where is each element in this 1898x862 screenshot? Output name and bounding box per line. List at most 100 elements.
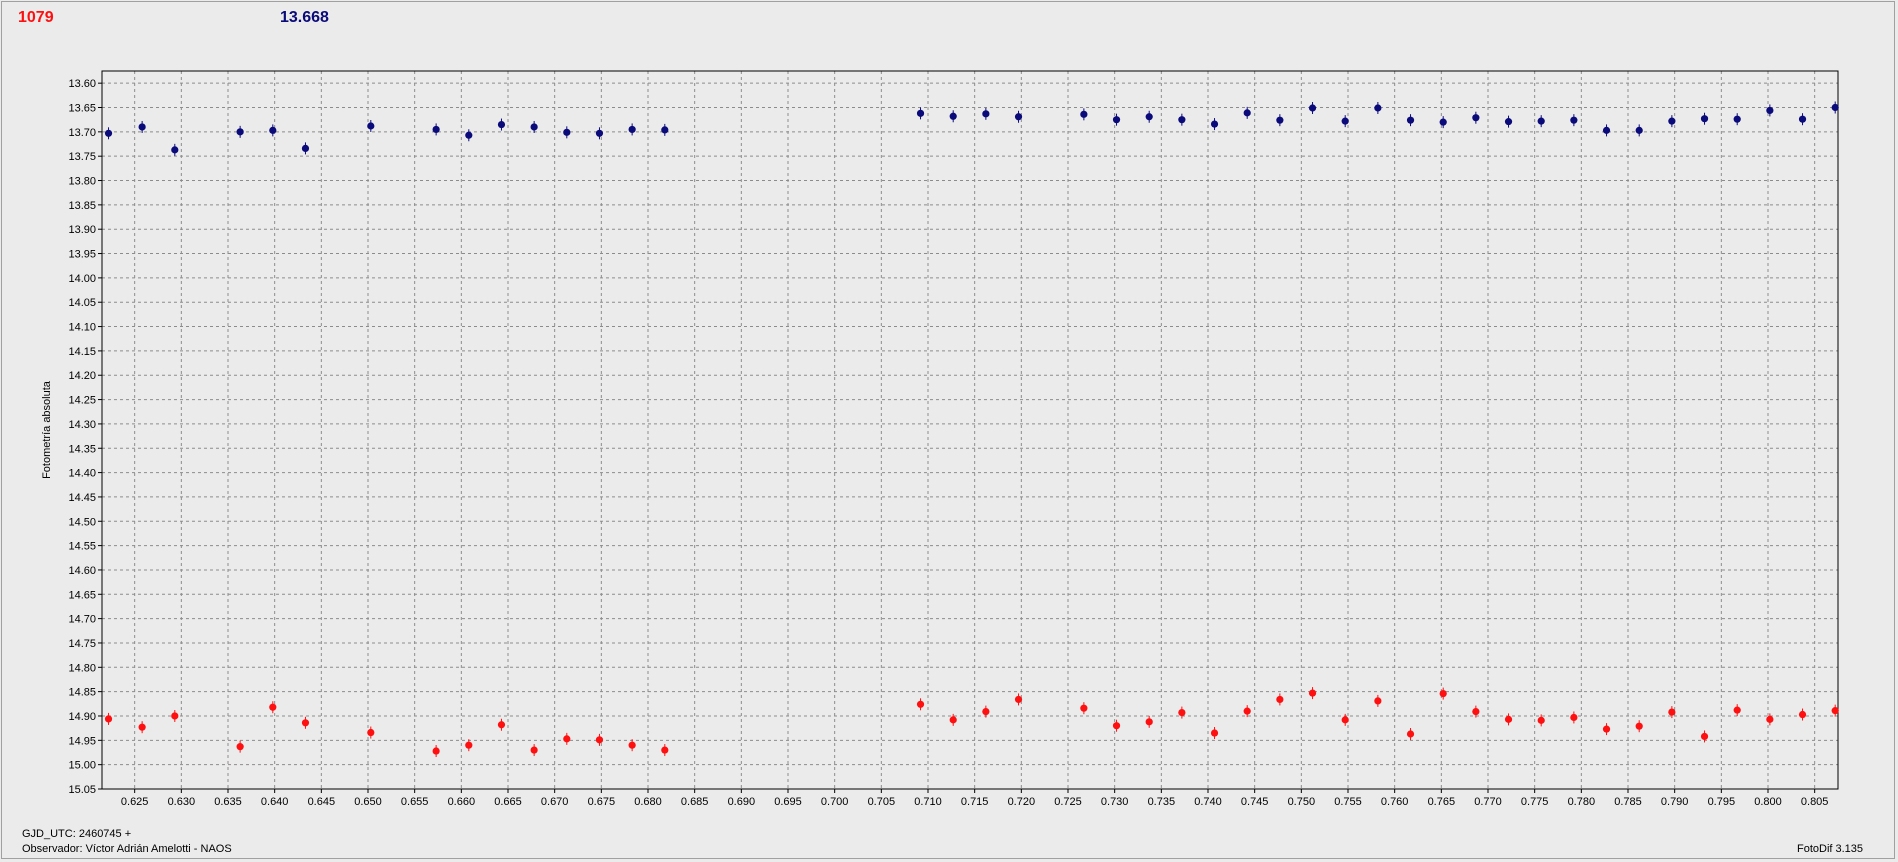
x-tick-label: 0.775 [1521,796,1549,808]
x-tick-label: 0.715 [961,796,989,808]
data-point [171,712,179,720]
x-tick-label: 0.790 [1661,796,1689,808]
data-point [1537,117,1545,125]
x-tick-label: 0.760 [1381,796,1409,808]
data-point [1766,106,1774,115]
data-point [104,715,113,723]
y-tick-label: 14.75 [68,638,96,650]
data-point [1341,716,1349,724]
data-point [1178,116,1186,124]
data-point [1014,695,1023,704]
data-point [1570,713,1578,722]
data-point [1472,114,1480,122]
x-tick-label: 0.690 [728,796,756,808]
x-tick-label: 0.800 [1754,796,1782,808]
x-tick-label: 0.795 [1708,796,1736,808]
data-point [301,719,310,727]
data-point [1733,706,1741,714]
data-point [1602,725,1611,733]
software-version: FotoDif 3.135 [1797,843,1864,855]
y-tick-label: 14.15 [68,346,96,358]
y-tick-label: 13.80 [68,176,96,188]
data-point [1112,116,1121,124]
data-point [465,741,473,749]
data-point [949,112,957,120]
data-point [269,126,277,134]
data-point [1210,120,1219,128]
data-point [1243,707,1251,715]
y-tick-label: 14.95 [68,735,96,747]
data-point [563,735,571,743]
data-point [301,144,310,152]
data-point [1602,126,1611,134]
x-tick-label: 0.780 [1568,796,1596,808]
data-point [1276,116,1284,124]
data-point [432,125,440,134]
x-tick-label: 0.655 [401,796,429,808]
data-point [628,741,636,749]
data-point [1308,689,1317,697]
y-tick-label: 14.45 [68,492,96,504]
y-tick-label: 14.90 [68,711,96,723]
data-point [1210,729,1219,737]
data-point [1733,115,1741,123]
data-point [1080,110,1088,118]
data-point [1406,730,1415,738]
y-tick-label: 14.30 [68,419,96,431]
data-point [1472,708,1480,716]
data-point [171,146,179,154]
data-point [1439,689,1447,698]
y-tick-label: 13.75 [68,151,96,163]
data-point [1635,126,1643,134]
x-tick-label: 0.770 [1474,796,1502,808]
data-point [982,708,990,716]
data-point [1014,113,1023,121]
data-point [1635,722,1643,730]
x-tick-label: 0.750 [1288,796,1316,808]
data-point [1831,707,1839,715]
data-point [497,721,506,729]
data-point [1668,117,1676,125]
x-tick-label: 0.700 [821,796,849,808]
data-point [982,110,990,118]
y-tick-label: 13.60 [68,78,96,90]
x-tick-label: 0.645 [308,796,336,808]
x-tick-label: 0.670 [541,796,569,808]
data-point [1080,704,1088,712]
x-tick-label: 0.680 [634,796,662,808]
x-tick-label: 0.675 [588,796,616,808]
data-point [104,129,113,137]
x-tick-label: 0.650 [354,796,382,808]
x-tick-label: 0.685 [681,796,709,808]
data-point [628,125,636,134]
data-point [661,746,669,754]
x-tick-label: 0.755 [1334,796,1362,808]
data-point [1145,718,1153,726]
x-tick-label: 0.735 [1148,796,1176,808]
data-point [1374,697,1382,705]
y-tick-label: 13.85 [68,200,96,212]
x-tick-label: 0.730 [1101,796,1129,808]
y-tick-label: 13.90 [68,224,96,236]
data-point [1766,715,1774,723]
y-tick-label: 14.85 [68,687,96,699]
data-point [1700,732,1709,741]
scatter-chart: 0.625 0.630 0.635 0.640 0.645 0.650 0.655 0.660… [68,70,1839,808]
y-tick-label: 14.80 [68,662,96,674]
x-tick-label: 0.720 [1008,796,1036,808]
x-tick-label: 0.660 [448,796,476,808]
data-point [138,123,146,131]
y-tick-label: 14.40 [68,468,96,480]
data-point [949,716,957,724]
data-point [1439,118,1447,126]
data-point [1668,708,1676,716]
x-tick-label: 0.740 [1194,796,1222,808]
data-point [1798,115,1807,123]
data-point [1700,115,1709,123]
data-point [1798,710,1807,719]
data-point [916,109,925,117]
y-tick-label: 14.70 [68,614,96,626]
observer-label: Observador: Víctor Adrián Amelotti - NAO… [22,843,232,855]
data-point [1112,722,1121,730]
y-tick-label: 14.35 [68,443,96,455]
